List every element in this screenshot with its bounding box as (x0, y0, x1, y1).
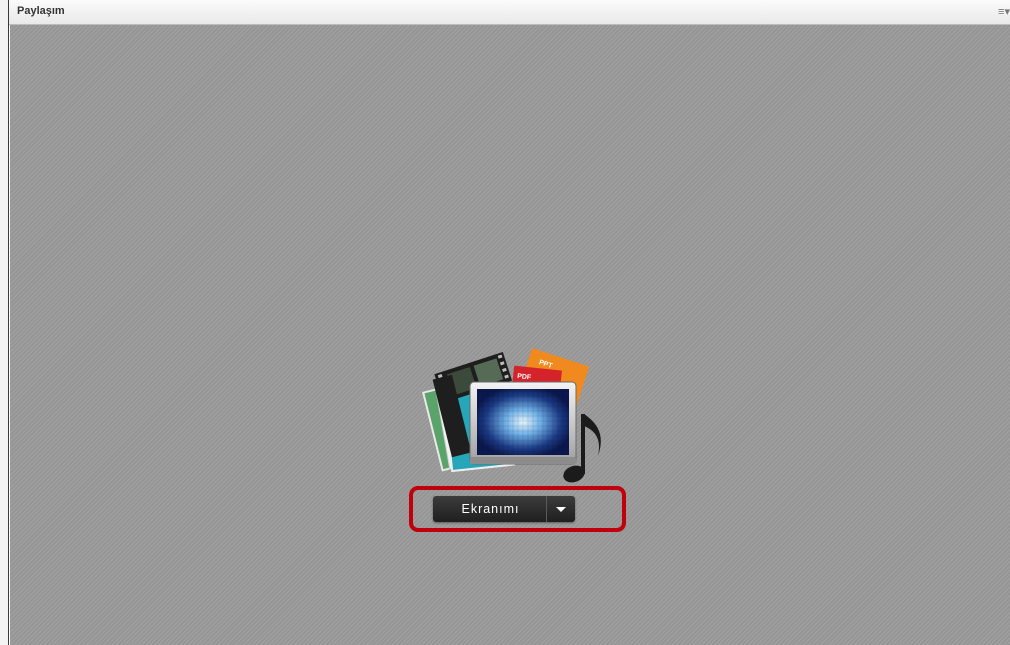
app-window: Paylaşım ≡▾ PPT PDF Ekranımı (0, 0, 1010, 645)
menu-options-icon[interactable]: ≡▾ (998, 5, 1010, 19)
share-options-dropdown[interactable] (547, 496, 575, 522)
share-screen-button[interactable]: Ekranımı Paylaş (433, 496, 547, 522)
left-panel-edge (0, 0, 9, 645)
share-content-illustration-icon: PPT PDF (422, 348, 601, 483)
share-screen-split-button: Ekranımı Paylaş (433, 496, 575, 522)
caret-down-icon (556, 507, 566, 512)
pod-title: Paylaşım (17, 5, 65, 17)
pod-header: Paylaşım ≡▾ (9, 0, 1010, 25)
